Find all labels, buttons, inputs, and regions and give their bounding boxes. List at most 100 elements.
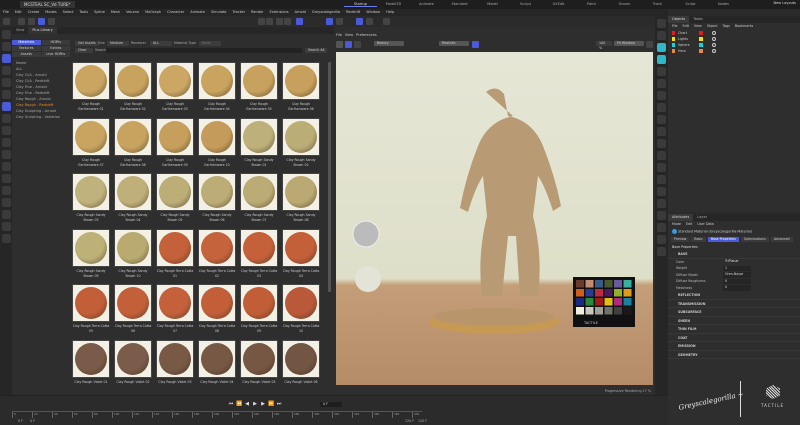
material-thumbnail[interactable]	[198, 284, 236, 322]
material-thumbnail[interactable]	[156, 173, 194, 211]
section-coat[interactable]: COAT	[668, 334, 800, 342]
tool-icon[interactable]	[1, 54, 11, 63]
material-item[interactable]: Clay Rough Sandy Brown 09	[72, 228, 110, 285]
menu-select[interactable]: Select	[63, 9, 74, 16]
render-toggle-icon[interactable]	[345, 41, 352, 48]
material-thumbnail[interactable]	[114, 339, 152, 378]
material-thumbnail[interactable]	[198, 339, 236, 378]
tool-icon[interactable]	[1, 186, 11, 195]
tool-icon[interactable]	[657, 151, 666, 160]
material-thumbnail[interactable]	[114, 173, 152, 211]
object-name[interactable]: Hero	[678, 49, 696, 53]
objects-tab[interactable]: Objects	[668, 16, 690, 23]
render-tag-icon[interactable]	[712, 37, 716, 41]
attributes-menu-item[interactable]: User Data	[697, 222, 713, 227]
material-thumbnail[interactable]	[282, 173, 320, 211]
attributes-menu-item[interactable]: Edit	[686, 222, 692, 227]
toolbar-button[interactable]	[326, 18, 333, 25]
tool-icon[interactable]	[1, 210, 11, 219]
material-item[interactable]: Clay Rough Earthenware 01	[72, 62, 110, 118]
attribute-value[interactable]: TriPlanar	[723, 259, 751, 265]
section-sheen[interactable]: SHEEN	[668, 317, 800, 325]
material-thumbnail[interactable]	[114, 117, 152, 156]
tool-icon[interactable]	[1, 198, 11, 207]
group-base[interactable]: BASE	[668, 250, 800, 259]
material-item[interactable]: Clay Rough Sandy Brown 04	[114, 173, 152, 229]
toolbar-button[interactable]	[276, 18, 283, 25]
tool-icon[interactable]	[657, 115, 666, 124]
layout-tab-uvedit[interactable]: UVEdit	[542, 1, 575, 7]
material-thumbnail[interactable]	[240, 62, 278, 100]
material-item[interactable]: Clay Rough Terra Cotta 02	[198, 228, 236, 285]
material-item[interactable]: Clay Rough Earthenware 06	[282, 62, 320, 118]
material-item[interactable]: Clay Rough Sandy Brown 06	[198, 173, 236, 229]
objects-menu-item[interactable]: Bookmarks	[735, 24, 753, 29]
object-name[interactable]: Lights	[678, 37, 696, 41]
menu-mesh[interactable]: Mesh	[111, 9, 120, 16]
material-item[interactable]: Clay Rough Earthenware 07	[72, 117, 110, 174]
menu-arnold[interactable]: Arnold	[295, 9, 306, 16]
tool-icon[interactable]	[1, 234, 11, 243]
material-thumbnail[interactable]	[198, 117, 236, 156]
menu-animate[interactable]: Animate	[190, 9, 205, 16]
attributes-subtab[interactable]: Base Properties	[707, 237, 739, 242]
material-item[interactable]: Clay Rough Earthenware 09	[156, 117, 194, 174]
material-item[interactable]: Clay Rough Terra Cotta 10	[282, 284, 320, 340]
section-thin-film[interactable]: THIN FILM	[668, 325, 800, 334]
tool-icon[interactable]	[1, 162, 11, 171]
section-transmission[interactable]: TRANSMISSION	[668, 300, 800, 308]
category-live-hdris[interactable]: Live HDRIs	[41, 52, 70, 57]
refresh-icon[interactable]	[354, 41, 361, 48]
attributes-subtab[interactable]: Preview	[671, 237, 690, 242]
menu-character[interactable]: Character	[167, 9, 184, 16]
clear-button[interactable]: Clear	[75, 48, 93, 53]
settings-gear-icon[interactable]	[646, 41, 653, 48]
tool-icon[interactable]	[657, 127, 666, 136]
search-input[interactable]	[106, 48, 302, 53]
objects-tab[interactable]: Takes	[689, 16, 707, 23]
material-item[interactable]: Clay Rough Earthenware 04	[198, 62, 236, 118]
attributes-subtab[interactable]: Basic	[691, 237, 706, 242]
attributes-menu-item[interactable]: Mode	[672, 222, 681, 227]
material-item[interactable]: Clay Rough Sandy Brown 08	[282, 173, 320, 229]
tool-icon[interactable]	[1, 42, 11, 51]
tool-icon[interactable]	[657, 31, 666, 40]
category-extras[interactable]: Extras	[41, 46, 70, 51]
material-item[interactable]: Clay Rough Earthenware 02	[114, 62, 152, 118]
current-frame-field[interactable]: 0 F	[320, 402, 342, 407]
toolbar-button[interactable]	[356, 18, 363, 25]
material-thumbnail[interactable]	[282, 339, 320, 378]
material-item[interactable]: Clay Rough Terra Cotta 08	[198, 284, 236, 340]
tool-icon[interactable]	[1, 222, 11, 231]
material-item[interactable]: Clay Rough Violet 03	[156, 339, 194, 396]
material-thumbnail[interactable]	[72, 284, 110, 322]
material-item[interactable]: Clay Rough Violet 01	[72, 339, 110, 396]
viewport-menu-preferences[interactable]: Preferences	[356, 33, 377, 37]
toolbar-button[interactable]	[28, 18, 35, 25]
category-assets[interactable]: Assets	[12, 52, 41, 57]
layout-tab-model[interactable]: Model	[476, 1, 509, 7]
material-thumbnail[interactable]	[156, 117, 194, 156]
menu-simulate[interactable]: Simulate	[211, 9, 226, 16]
preview-end-frame[interactable]: 120 F	[405, 419, 414, 424]
object-name[interactable]: Sphere	[678, 43, 696, 47]
tool-icon[interactable]	[1, 30, 11, 39]
render-mode-dropdown[interactable]: Beauty	[374, 41, 404, 46]
end-frame[interactable]: 120 F	[418, 419, 427, 424]
layout-tab-startup[interactable]: Startup	[344, 1, 377, 7]
attributes-subtab[interactable]: Advanced	[770, 237, 793, 242]
material-item[interactable]: Clay Rough Earthenware 03	[156, 62, 194, 118]
tool-icon[interactable]	[657, 187, 666, 196]
material-thumbnail[interactable]	[114, 284, 152, 322]
tool-icon[interactable]	[657, 67, 666, 76]
transport-button[interactable]: ⏭	[276, 401, 282, 408]
section-subsurface[interactable]: SUBSURFACE	[668, 308, 800, 317]
material-thumbnail[interactable]	[114, 62, 152, 100]
toolbar-button[interactable]	[284, 18, 291, 25]
material-item[interactable]: Clay Rough Violet 05	[240, 339, 278, 396]
material-thumbnail[interactable]	[282, 62, 320, 100]
tool-icon[interactable]	[1, 102, 11, 111]
tool-icon[interactable]	[657, 235, 666, 244]
material-item[interactable]: Clay Rough Sandy Brown 02	[282, 117, 320, 174]
objects-menu-item[interactable]: Object	[707, 24, 718, 29]
